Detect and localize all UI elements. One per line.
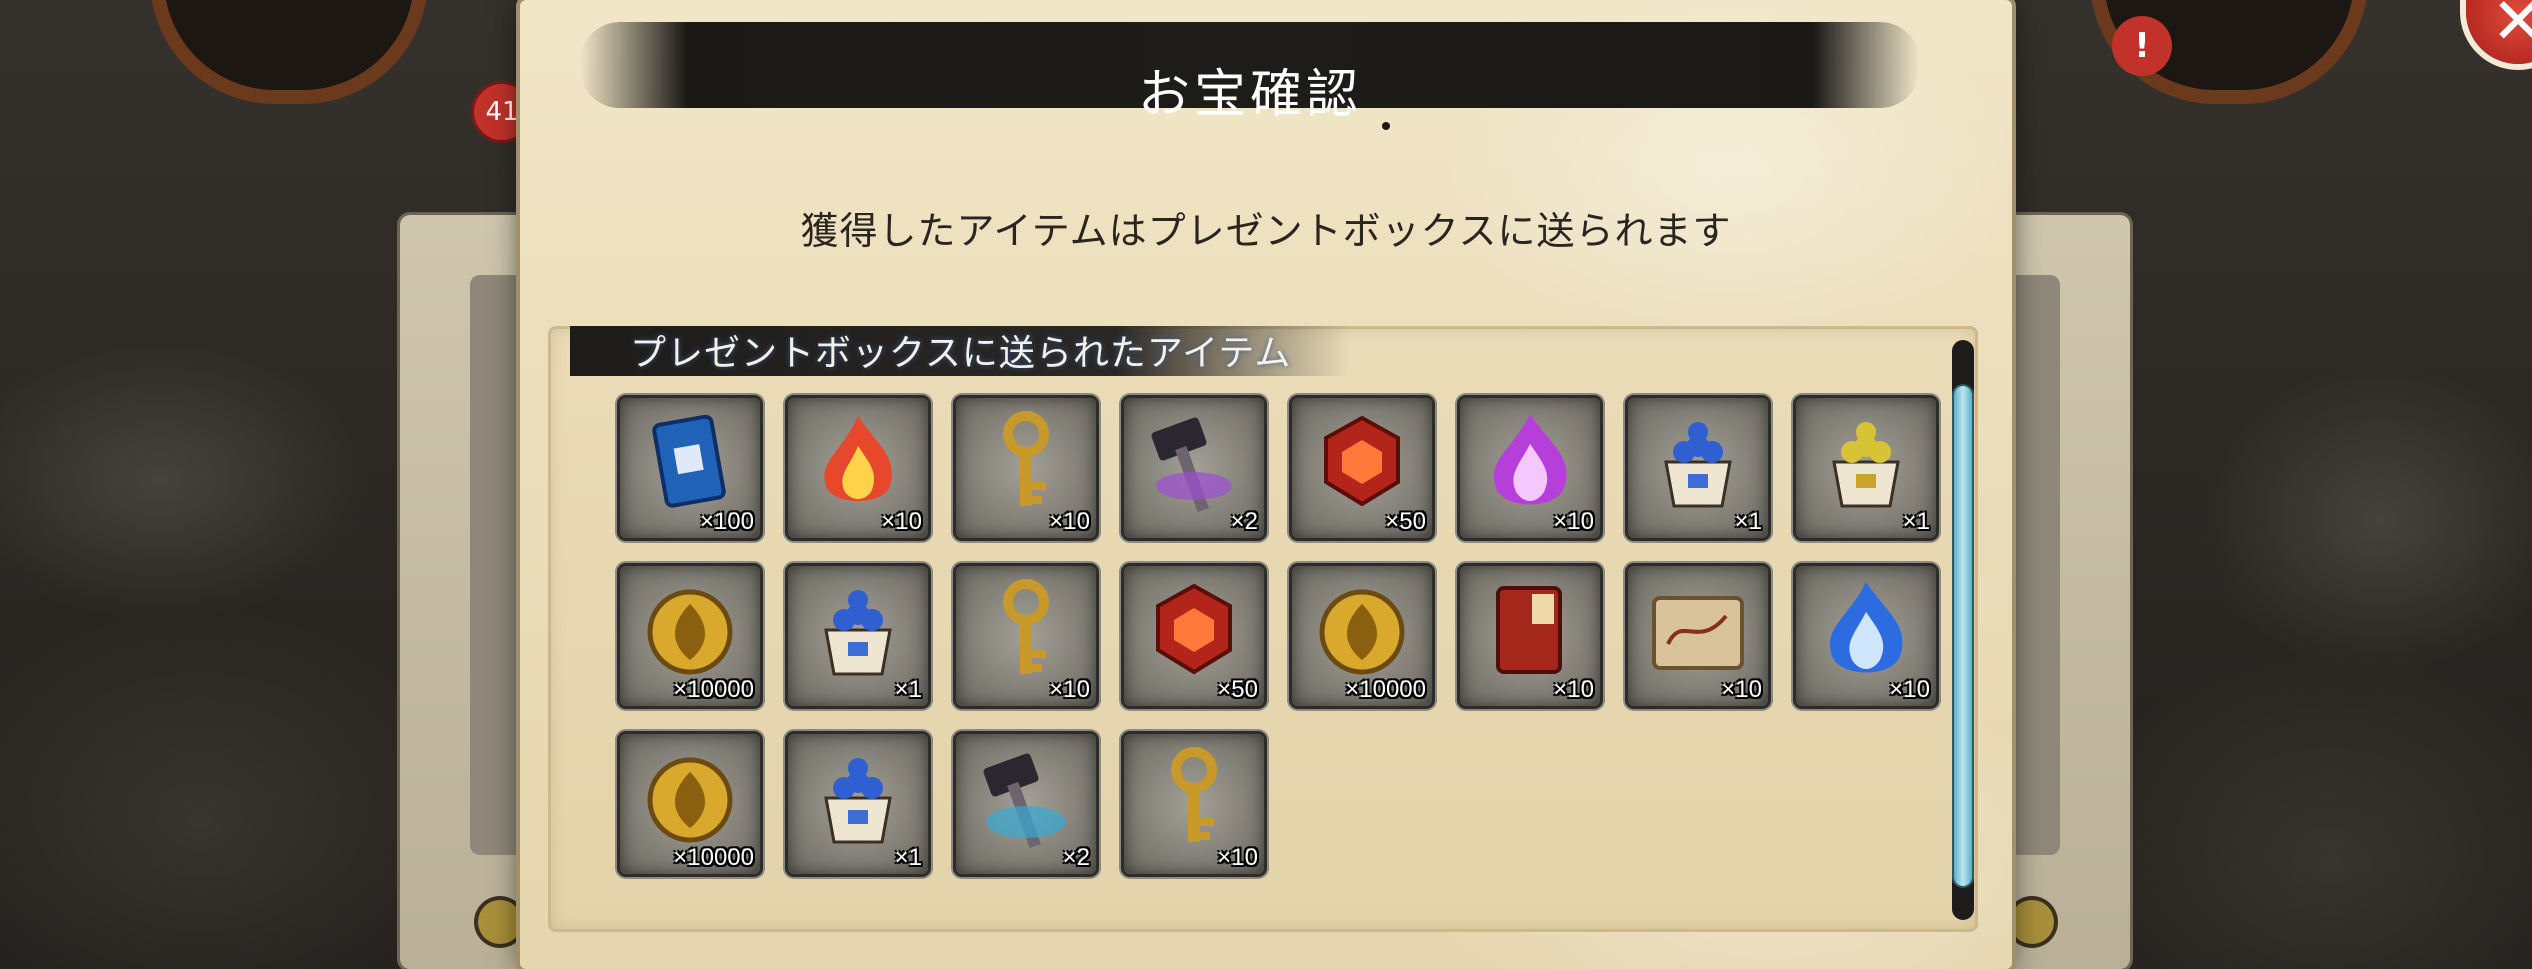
scroll-map-icon — [1652, 596, 1744, 670]
item-quantity: ×50 — [1385, 508, 1426, 535]
item-quantity: ×1 — [894, 676, 922, 703]
item-quantity: ×10 — [1553, 508, 1594, 535]
item-quantity: ×10000 — [673, 676, 754, 703]
blue-flame-icon — [1829, 582, 1903, 673]
item-quantity: ×1 — [894, 844, 922, 871]
item-quantity: ×100 — [699, 508, 754, 535]
item-slot[interactable]: ×10 — [788, 398, 928, 538]
background-slot-right — [2010, 900, 2054, 944]
dialog-title: お宝確認 — [1137, 65, 1362, 125]
item-quantity: ×10 — [1721, 676, 1762, 703]
item-quantity: ×10 — [1049, 508, 1090, 535]
item-slot[interactable]: ×10 — [1124, 734, 1264, 874]
section-title: プレゼントボックスに送られたアイテム — [630, 333, 1292, 374]
item-slot[interactable]: ×2 — [1124, 398, 1264, 538]
item-slot[interactable]: ×10 — [1460, 398, 1600, 538]
item-slot[interactable]: ×50 — [1292, 398, 1432, 538]
gold-key-icon — [1171, 747, 1217, 842]
left-emblem — [150, 0, 428, 104]
item-slot[interactable]: ×10000 — [620, 734, 760, 874]
blue-dango-cup-icon — [824, 758, 892, 844]
scrollbar-thumb[interactable] — [1954, 386, 1972, 886]
dialog-message: 獲得したアイテムはプレゼントボックスに送られます — [800, 209, 1732, 253]
alert-icon: ! — [2112, 16, 2172, 76]
item-slot[interactable]: ×100 — [620, 398, 760, 538]
red-gem-icon — [1324, 415, 1400, 507]
item-quantity: ×10 — [881, 508, 922, 535]
item-slot[interactable]: ×2 — [956, 734, 1096, 874]
item-slot[interactable]: ×50 — [1124, 566, 1264, 706]
purple-flame-icon — [1493, 414, 1567, 505]
item-list-panel: プレゼントボックスに送られたアイテム ×100 ×10 ×10 ×2 ×50 ×10 ×1 ×… — [548, 326, 1978, 932]
blue-dango-cup-icon — [824, 590, 892, 676]
item-slot[interactable]: ×1 — [1628, 398, 1768, 538]
gold-key-icon — [1003, 411, 1049, 506]
item-quantity: ×1 — [1734, 508, 1762, 535]
item-quantity: ×10 — [1217, 844, 1258, 871]
section-header: プレゼントボックスに送られたアイテム — [570, 326, 1350, 376]
item-slot[interactable]: ×1 — [788, 566, 928, 706]
red-gem-icon — [1156, 583, 1232, 675]
item-slot[interactable]: ×10 — [956, 398, 1096, 538]
item-quantity: ×2 — [1230, 508, 1258, 535]
title-ornament — [1382, 122, 1390, 130]
gold-key-icon — [1003, 579, 1049, 674]
item-quantity: ×10000 — [1345, 676, 1426, 703]
gold-coin-icon — [647, 757, 733, 843]
gold-coin-icon — [647, 589, 733, 675]
item-quantity: ×50 — [1217, 676, 1258, 703]
blue-book-icon — [652, 414, 726, 508]
treasure-confirm-dialog: お宝確認 ✕ 獲得したアイテムはプレゼントボックスに送られます プレゼントボック… — [520, 0, 2532, 969]
blue-dango-cup-icon — [1664, 422, 1732, 508]
title-band: お宝確認 — [580, 22, 1920, 125]
item-slot[interactable]: ×10 — [1460, 566, 1600, 706]
item-quantity: ×10000 — [673, 844, 754, 871]
item-slot[interactable]: ×10 — [956, 566, 1096, 706]
item-slot[interactable]: ×1 — [788, 734, 928, 874]
yellow-dango-cup-icon — [1832, 422, 1900, 508]
red-book-icon — [1496, 586, 1562, 674]
purple-hammer-icon — [1151, 417, 1232, 513]
item-quantity: ×10 — [1553, 676, 1594, 703]
background-slot-left — [478, 900, 522, 944]
item-slot[interactable]: ×1 — [1796, 398, 1936, 538]
item-quantity: ×10 — [1049, 676, 1090, 703]
item-slot[interactable]: ×10000 — [620, 566, 760, 706]
item-slot[interactable]: ×10 — [1628, 566, 1768, 706]
item-quantity: ×10 — [1889, 676, 1930, 703]
item-slot[interactable]: ×10000 — [1292, 566, 1432, 706]
blue-hammer-icon — [983, 753, 1066, 849]
red-flame-icon — [824, 416, 892, 501]
item-quantity: ×2 — [1062, 844, 1090, 871]
item-quantity: ×1 — [1902, 508, 1930, 535]
item-slot[interactable]: ×10 — [1796, 566, 1936, 706]
gold-coin-icon — [1319, 589, 1405, 675]
